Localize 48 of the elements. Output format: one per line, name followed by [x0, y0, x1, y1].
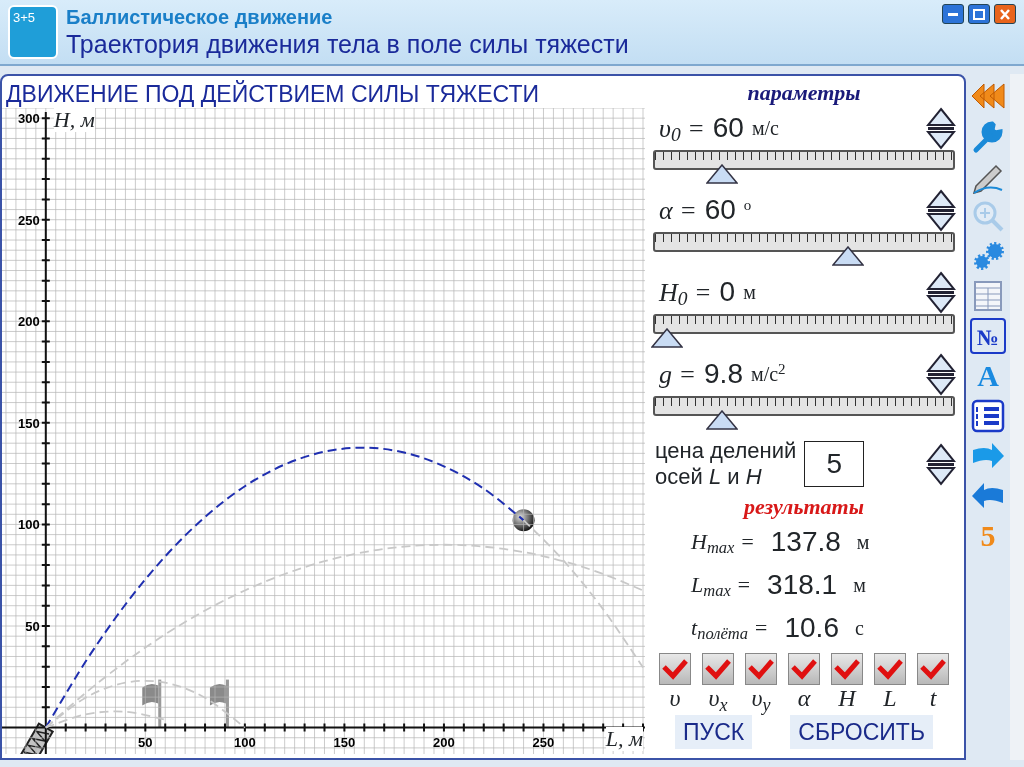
unit-label: м [856, 529, 870, 555]
unit-label: м [743, 280, 756, 305]
parameter-label: υ$_{0}$ = [659, 112, 705, 148]
axis-tick-label: 150 [333, 734, 356, 750]
result-value: 137.8 [770, 524, 841, 559]
unit-label: м/с$^{2}$ [751, 359, 786, 387]
result-value: 318.1 [767, 567, 838, 602]
result-label: t$_{полёта}$ = [691, 614, 769, 644]
axis-tick-label: 100 [234, 734, 256, 750]
unit-label: с [854, 615, 864, 641]
window-subtitle: Траектория движения тела в поле силы тяжести [66, 29, 630, 59]
result-label: H$_{max}$ = [691, 528, 755, 558]
checkbox-label: L [883, 685, 897, 711]
checkbox-label: t [929, 685, 937, 711]
unit-label: м [853, 572, 866, 598]
checkbox-label: υ$_{x}$ [708, 685, 728, 711]
divisions-label: осей L и H [655, 464, 763, 490]
axis-tick-label: 200 [433, 734, 455, 750]
axis-tick-label: 50 [138, 734, 153, 750]
section-heading: параметры [746, 79, 862, 106]
parameter-label: g = [659, 358, 697, 391]
axis-tick-label: 150 [18, 415, 40, 431]
result-value: 10.6 [784, 610, 839, 645]
parameter-value: 9.8 [704, 357, 743, 391]
axis-tick-label: 300 [18, 111, 40, 127]
app-icon: 3+5 [8, 5, 58, 59]
axis-tick-label: 100 [18, 517, 40, 533]
checkbox-label: H [838, 685, 856, 711]
panel-heading: ДВИЖЕНИЕ ПОД ДЕЙСТВИЕМ СИЛЫ ТЯЖЕСТИ [5, 79, 541, 108]
unit-label: м/с [751, 116, 779, 141]
checkbox-label: υ [669, 685, 681, 711]
axis-tick-label: 200 [18, 314, 40, 330]
axis-tick-label: 250 [532, 734, 555, 750]
parameter-value: 60 [704, 193, 736, 227]
axis-tick-label: 50 [25, 619, 40, 634]
parameter-label: α = [659, 194, 697, 227]
parameter-value: 60 [712, 111, 744, 145]
checkbox-label: α [797, 685, 811, 711]
result-label: L$_{max}$ = [691, 571, 752, 601]
parameter-label: H$_{0}$ = [659, 276, 712, 312]
axis-label: L, м [605, 726, 643, 751]
section-heading: результаты [741, 494, 865, 520]
window-title: Баллистическое движение [66, 5, 334, 29]
unit-label: o [743, 195, 752, 215]
axis-label: H, м [53, 108, 95, 132]
divisions-label: цена делений [655, 438, 797, 464]
axis-tick-label: 250 [18, 212, 40, 228]
parameter-value: 0 [719, 275, 736, 309]
